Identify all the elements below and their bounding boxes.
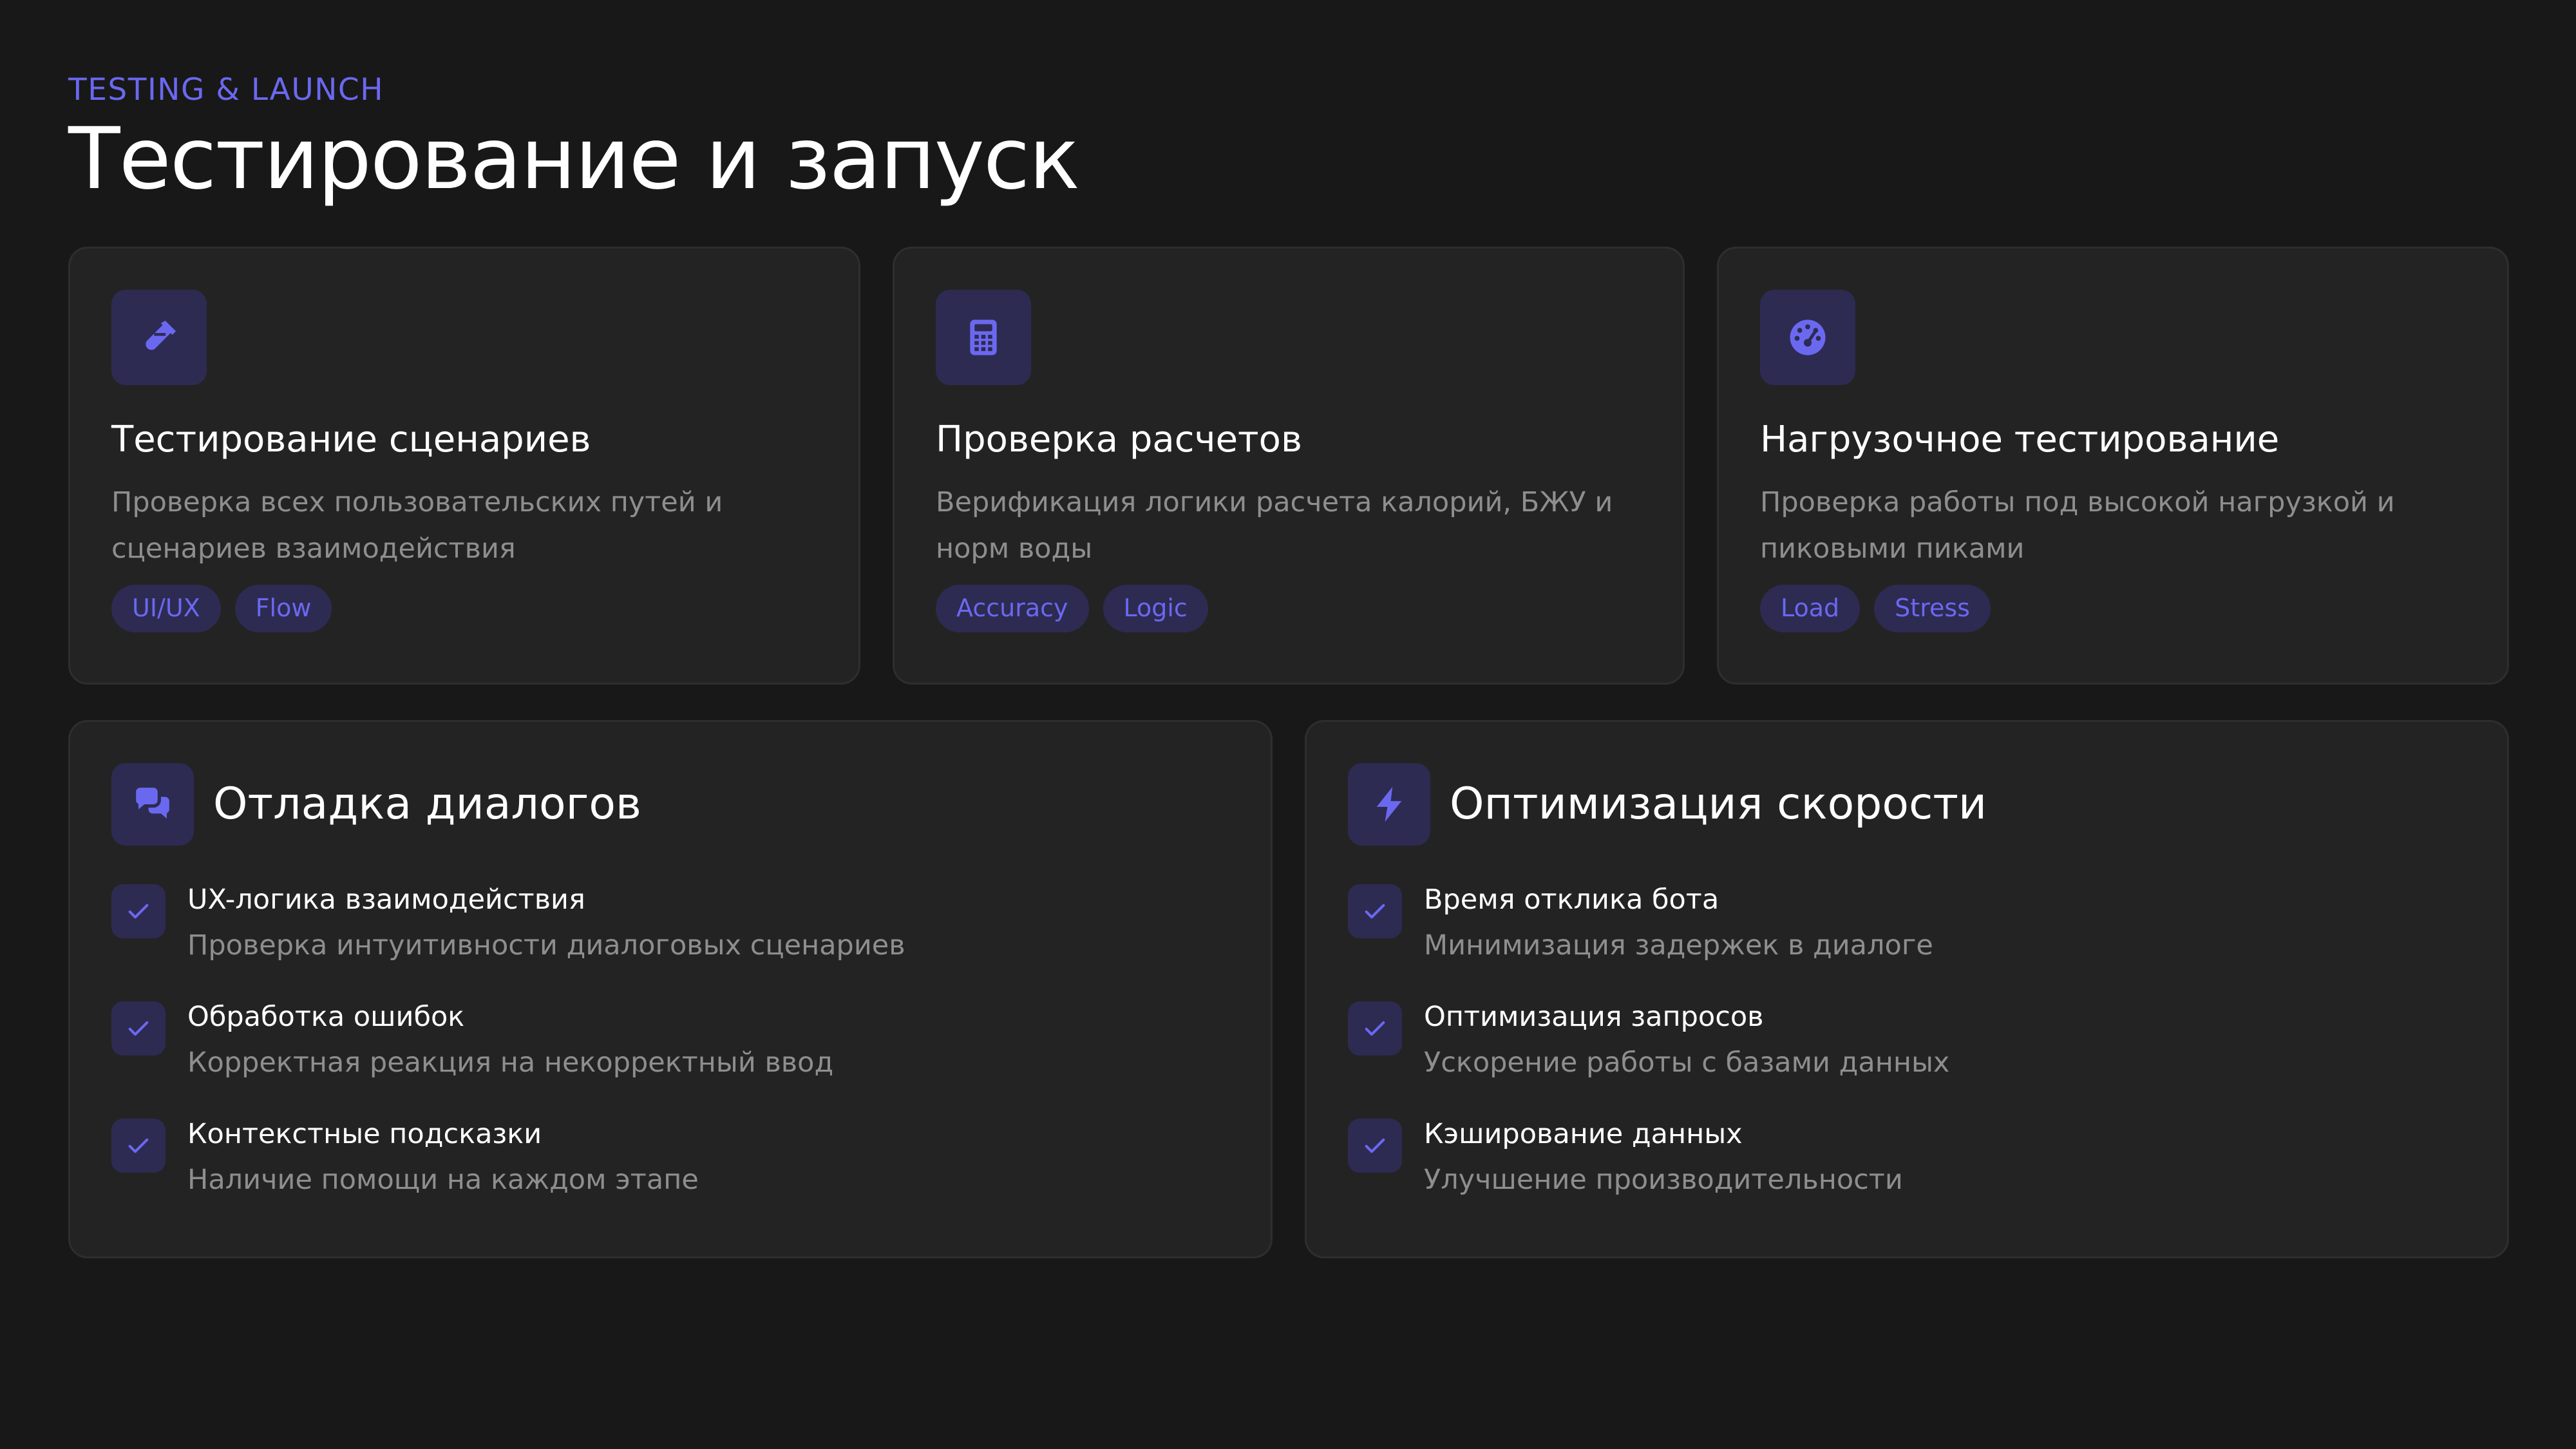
checkmark-icon [111, 884, 166, 938]
item-title: Оптимизация запросов [1424, 1001, 1764, 1033]
list-item: Обработка ошибок Корректная реакция на н… [111, 999, 1229, 1083]
item-title: Обработка ошибок [187, 1001, 465, 1033]
section-title: Оптимизация скорости [1450, 779, 1987, 829]
list-item: Контекстные подсказки Наличие помощи на … [111, 1116, 1229, 1200]
slide: TESTING & LAUNCH Тестирование и запуск Т… [0, 0, 2576, 1449]
item-title: Кэширование данных [1424, 1118, 1743, 1150]
tag: Accuracy [936, 585, 1089, 632]
checkmark-icon [1348, 1001, 1402, 1056]
eyebrow-label: TESTING & LAUNCH [68, 72, 384, 108]
tag: Logic [1103, 585, 1208, 632]
item-description: Ускорение работы с базами данных [1424, 1046, 1950, 1079]
item-title: UX-логика взаимодействия [187, 884, 585, 916]
lightning-bolt-icon [1348, 763, 1430, 846]
tag: Stress [1874, 585, 1991, 632]
card-description: Верификация логики расчета калорий, БЖУ … [936, 486, 1613, 565]
tag-list: Accuracy Logic [936, 585, 1642, 632]
feature-card-load-testing: Нагрузочное тестирование Проверка работы… [1717, 247, 2509, 685]
item-description: Минимизация задержек в диалоге [1424, 929, 1933, 961]
item-title: Время отклика бота [1424, 884, 1719, 916]
item-description: Улучшение производительности [1424, 1164, 1903, 1196]
tag: Load [1760, 585, 1861, 632]
section-card-speed: Оптимизация скорости Время отклика бота … [1305, 720, 2509, 1258]
card-title: Проверка расчетов [936, 419, 1302, 460]
section-card-dialogs: Отладка диалогов UX-логика взаимодействи… [68, 720, 1273, 1258]
item-description: Корректная реакция на некорректный ввод [187, 1046, 834, 1079]
card-title: Тестирование сценариев [111, 419, 591, 460]
detail-cards-row: Отладка диалогов UX-логика взаимодействи… [68, 720, 2509, 1258]
checklist: Время отклика бота Минимизация задержек … [1348, 882, 2466, 1200]
section-header: Оптимизация скорости [1348, 763, 2466, 846]
checkmark-icon [1348, 884, 1402, 938]
item-description: Проверка интуитивности диалоговых сценар… [187, 929, 905, 961]
feature-card-calculations: Проверка расчетов Верификация логики рас… [893, 247, 1685, 685]
tag-list: Load Stress [1760, 585, 2466, 632]
page-title: Тестирование и запуск [68, 109, 1080, 209]
tag-list: UI/UX Flow [111, 585, 817, 632]
calculator-icon [936, 290, 1031, 385]
card-description: Проверка всех пользовательских путей и с… [111, 486, 723, 565]
item-title: Контекстные подсказки [187, 1118, 542, 1150]
feature-card-scenarios: Тестирование сценариев Проверка всех пол… [68, 247, 860, 685]
list-item: Кэширование данных Улучшение производите… [1348, 1116, 2466, 1200]
item-description: Наличие помощи на каждом этапе [187, 1164, 699, 1196]
tag: Flow [234, 585, 332, 632]
section-header: Отладка диалогов [111, 763, 1229, 846]
checklist: UX-логика взаимодействия Проверка интуит… [111, 882, 1229, 1200]
tag: UI/UX [111, 585, 221, 632]
list-item: Время отклика бота Минимизация задержек … [1348, 882, 2466, 965]
feature-cards-row: Тестирование сценариев Проверка всех пол… [68, 247, 2509, 685]
section-title: Отладка диалогов [213, 779, 641, 829]
chat-bubbles-icon [111, 763, 194, 846]
checkmark-icon [111, 1001, 166, 1056]
card-description: Проверка работы под высокой нагрузкой и … [1760, 486, 2395, 565]
checkmark-icon [111, 1119, 166, 1173]
gauge-icon [1760, 290, 1855, 385]
list-item: UX-логика взаимодействия Проверка интуит… [111, 882, 1229, 965]
checkmark-icon [1348, 1119, 1402, 1173]
card-title: Нагрузочное тестирование [1760, 419, 2280, 460]
list-item: Оптимизация запросов Ускорение работы с … [1348, 999, 2466, 1083]
test-tube-icon [111, 290, 207, 385]
